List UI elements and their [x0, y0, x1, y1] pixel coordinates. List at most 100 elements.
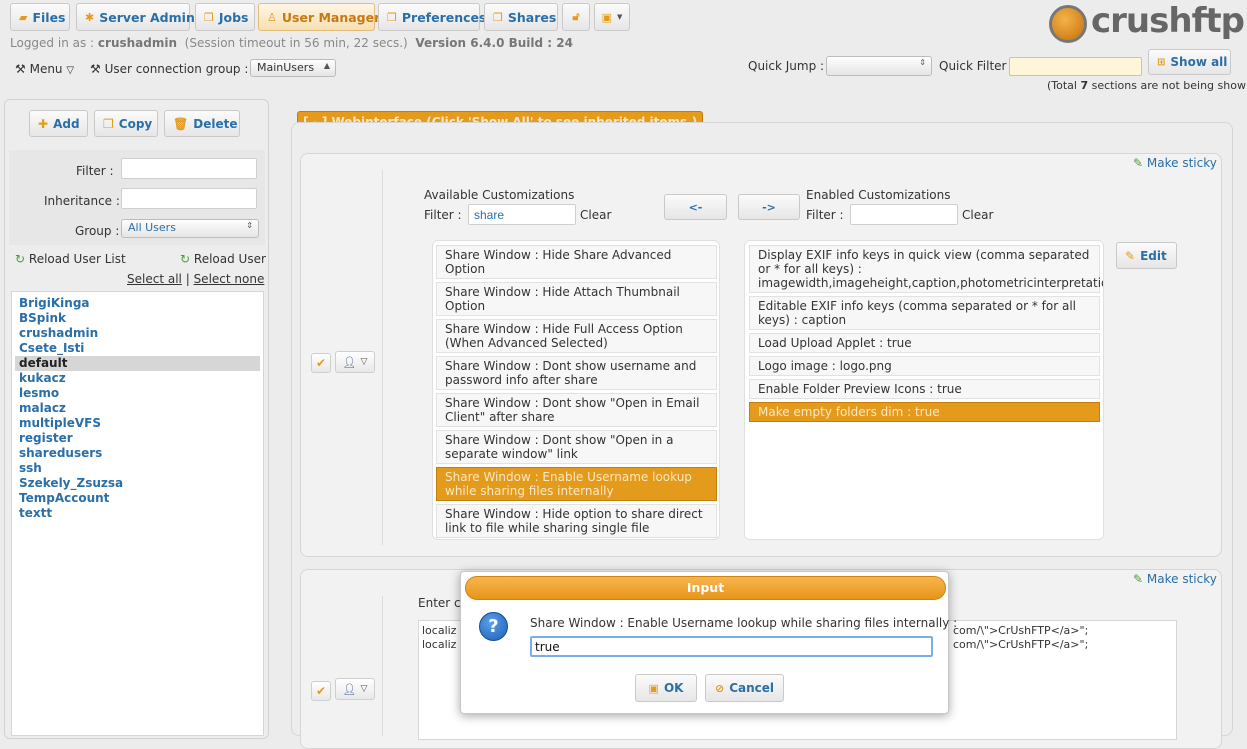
ok-button[interactable]: ▣ OK	[635, 674, 697, 702]
edit-customization-button[interactable]: ✎ Edit	[1116, 242, 1177, 269]
user-icon: ♙	[267, 10, 277, 24]
quick-filter-label: Quick Filter	[939, 59, 1007, 73]
reload-user-button[interactable]: ↻ Reload User	[180, 252, 266, 266]
available-customization-item[interactable]: Share Window : Hide Full Access Option (…	[436, 319, 717, 353]
quick-jump-select[interactable]: ⇕	[826, 56, 932, 76]
available-filter-input[interactable]	[468, 204, 576, 225]
enabled-list: Display EXIF info keys in quick view (co…	[744, 240, 1104, 540]
user-list-item[interactable]: BSpink	[15, 311, 260, 326]
available-customization-item[interactable]: Share Window : Dont show username and pa…	[436, 356, 717, 390]
user-list-item[interactable]: kukacz	[15, 371, 260, 386]
tab-user-manager[interactable]: ♙ User Manager	[258, 3, 380, 31]
reload-user-list-button[interactable]: ↻ Reload User List	[15, 252, 126, 266]
code-line: localiz	[422, 624, 457, 637]
make-sticky-link-2[interactable]: ✎ Make sticky	[1133, 572, 1217, 586]
enabled-customization-item[interactable]: Logo image : logo.png	[749, 356, 1100, 376]
image-menu-button[interactable]: ▣ ▼	[594, 3, 630, 31]
tab-server-admin[interactable]: ✱ Server Admin	[76, 3, 195, 31]
user-list-item[interactable]: register	[15, 431, 260, 446]
checkmark-icon: ✔	[315, 684, 327, 698]
available-clear-link[interactable]: Clear	[580, 208, 611, 222]
available-list: Share Window : Hide Share Advanced Optio…	[432, 240, 720, 540]
enabled-title: Enabled Customizations	[806, 188, 951, 202]
expand-icon: ⊞	[1157, 56, 1166, 68]
connection-group-select[interactable]: MainUsers ▲	[250, 59, 336, 77]
available-customization-item[interactable]: Share Window : Enable Username lookup wh…	[436, 467, 717, 501]
user-options-button-2[interactable]: 👤︎ ▽	[335, 678, 375, 700]
lock-button[interactable]: 🔓︎	[562, 3, 590, 31]
user-list-item[interactable]: multipleVFS	[15, 416, 260, 431]
select-arrows-icon: ⇕	[919, 58, 926, 67]
plus-icon: ✚	[38, 116, 49, 131]
select-all-link[interactable]: Select all	[127, 272, 182, 286]
pencil-icon: ✎	[1125, 248, 1136, 263]
trash-icon: 🗑︎	[173, 116, 189, 131]
image-icon: ▣	[601, 10, 613, 24]
user-list-item[interactable]: lesmo	[15, 386, 260, 401]
user-list-item[interactable]: Csete_Isti	[15, 341, 260, 356]
customizations-divider	[382, 170, 383, 545]
user-list-item[interactable]: textt	[15, 506, 260, 521]
user-list-item[interactable]: sharedusers	[15, 446, 260, 461]
show-all-button[interactable]: ⊞ Show all	[1148, 49, 1231, 75]
tab-files[interactable]: ▰ Files	[10, 3, 70, 31]
user-list-item[interactable]: ssh	[15, 461, 260, 476]
group-select[interactable]: All Users ⇕	[121, 219, 259, 238]
menu-dropdown[interactable]: ⚒ Menu ▽	[15, 62, 74, 76]
user-list-item[interactable]: crushadmin	[15, 326, 260, 341]
enabled-filter-label: Filter :	[806, 208, 844, 222]
enabled-filter-input[interactable]	[850, 204, 958, 225]
tab-preferences[interactable]: ❐ Preferences	[378, 3, 486, 31]
user-filter-input[interactable]	[121, 158, 257, 179]
inherit-check-button[interactable]: ✔	[311, 353, 331, 373]
inheritance-input[interactable]	[121, 188, 257, 209]
user-list-item[interactable]: default	[15, 356, 260, 371]
move-left-button[interactable]: <-	[664, 194, 727, 220]
select-none-link[interactable]: Select none	[194, 272, 265, 286]
dialog-title-bar[interactable]: Input	[465, 576, 946, 600]
jobs-icon: ❐	[204, 10, 214, 24]
make-sticky-link[interactable]: ✎ Make sticky	[1133, 156, 1217, 170]
dialog-value-input[interactable]	[530, 636, 933, 657]
enabled-customization-item[interactable]: Load Upload Applet : true	[749, 333, 1100, 353]
user-list-item[interactable]: BrigiKinga	[15, 296, 260, 311]
code-line: com/\">CrUshFTP</a>";	[953, 624, 1089, 637]
gear-icon: ✱	[85, 10, 95, 24]
available-customization-item[interactable]: Share Window : Hide Share Advanced Optio…	[436, 245, 717, 279]
enabled-customization-item[interactable]: Make empty folders dim : true	[749, 402, 1100, 422]
chevron-down-icon: ▼	[617, 13, 623, 21]
enabled-customization-item[interactable]: Enable Folder Preview Icons : true	[749, 379, 1100, 399]
tab-shares[interactable]: ❐ Shares	[484, 3, 558, 31]
enter-label: Enter c	[418, 596, 461, 610]
quick-filter-input[interactable]	[1009, 57, 1142, 76]
user-options-button[interactable]: 👤︎ ▽	[335, 351, 375, 373]
select-links: Select all | Select none	[127, 272, 265, 286]
chevron-down-icon: ▽	[360, 684, 368, 694]
available-customization-item[interactable]: Share Window : Dont show "Open in a sepa…	[436, 430, 717, 464]
cancel-button[interactable]: ⊘ Cancel	[705, 674, 784, 702]
enabled-clear-link[interactable]: Clear	[962, 208, 993, 222]
group-label: Group :	[75, 224, 120, 238]
shares-icon: ❐	[493, 10, 503, 24]
tab-jobs[interactable]: ❐ Jobs	[195, 3, 255, 31]
dialog-question: Share Window : Enable Username lookup wh…	[530, 616, 958, 630]
available-customization-item[interactable]: Share Window : Dont show "Open in Email …	[436, 393, 717, 427]
delete-user-button[interactable]: 🗑︎ Delete	[164, 110, 240, 137]
copy-icon: ❐	[103, 116, 114, 131]
add-user-button[interactable]: ✚ Add	[29, 110, 88, 137]
inherit-check-button-2[interactable]: ✔	[311, 681, 331, 701]
user-list-item[interactable]: malacz	[15, 401, 260, 416]
sticky-icon: ✎	[1133, 572, 1144, 586]
select-arrows-icon: ⇕	[246, 221, 253, 230]
wrench-icon: ⚒	[90, 62, 101, 76]
crushftp-logo: crushftp	[1049, 1, 1245, 43]
user-list-item[interactable]: Szekely_Zsuzsa	[15, 476, 260, 491]
copy-user-button[interactable]: ❐ Copy	[94, 110, 158, 137]
available-customization-item[interactable]: Share Window : Hide option to share dire…	[436, 504, 717, 538]
code-line: com/\">CrUshFTP</a>";	[953, 638, 1089, 651]
move-right-button[interactable]: ->	[738, 194, 800, 220]
user-list-item[interactable]: TempAccount	[15, 491, 260, 506]
enabled-customization-item[interactable]: Display EXIF info keys in quick view (co…	[749, 245, 1103, 293]
enabled-customization-item[interactable]: Editable EXIF info keys (comma separated…	[749, 296, 1100, 330]
available-customization-item[interactable]: Share Window : Hide Attach Thumbnail Opt…	[436, 282, 717, 316]
